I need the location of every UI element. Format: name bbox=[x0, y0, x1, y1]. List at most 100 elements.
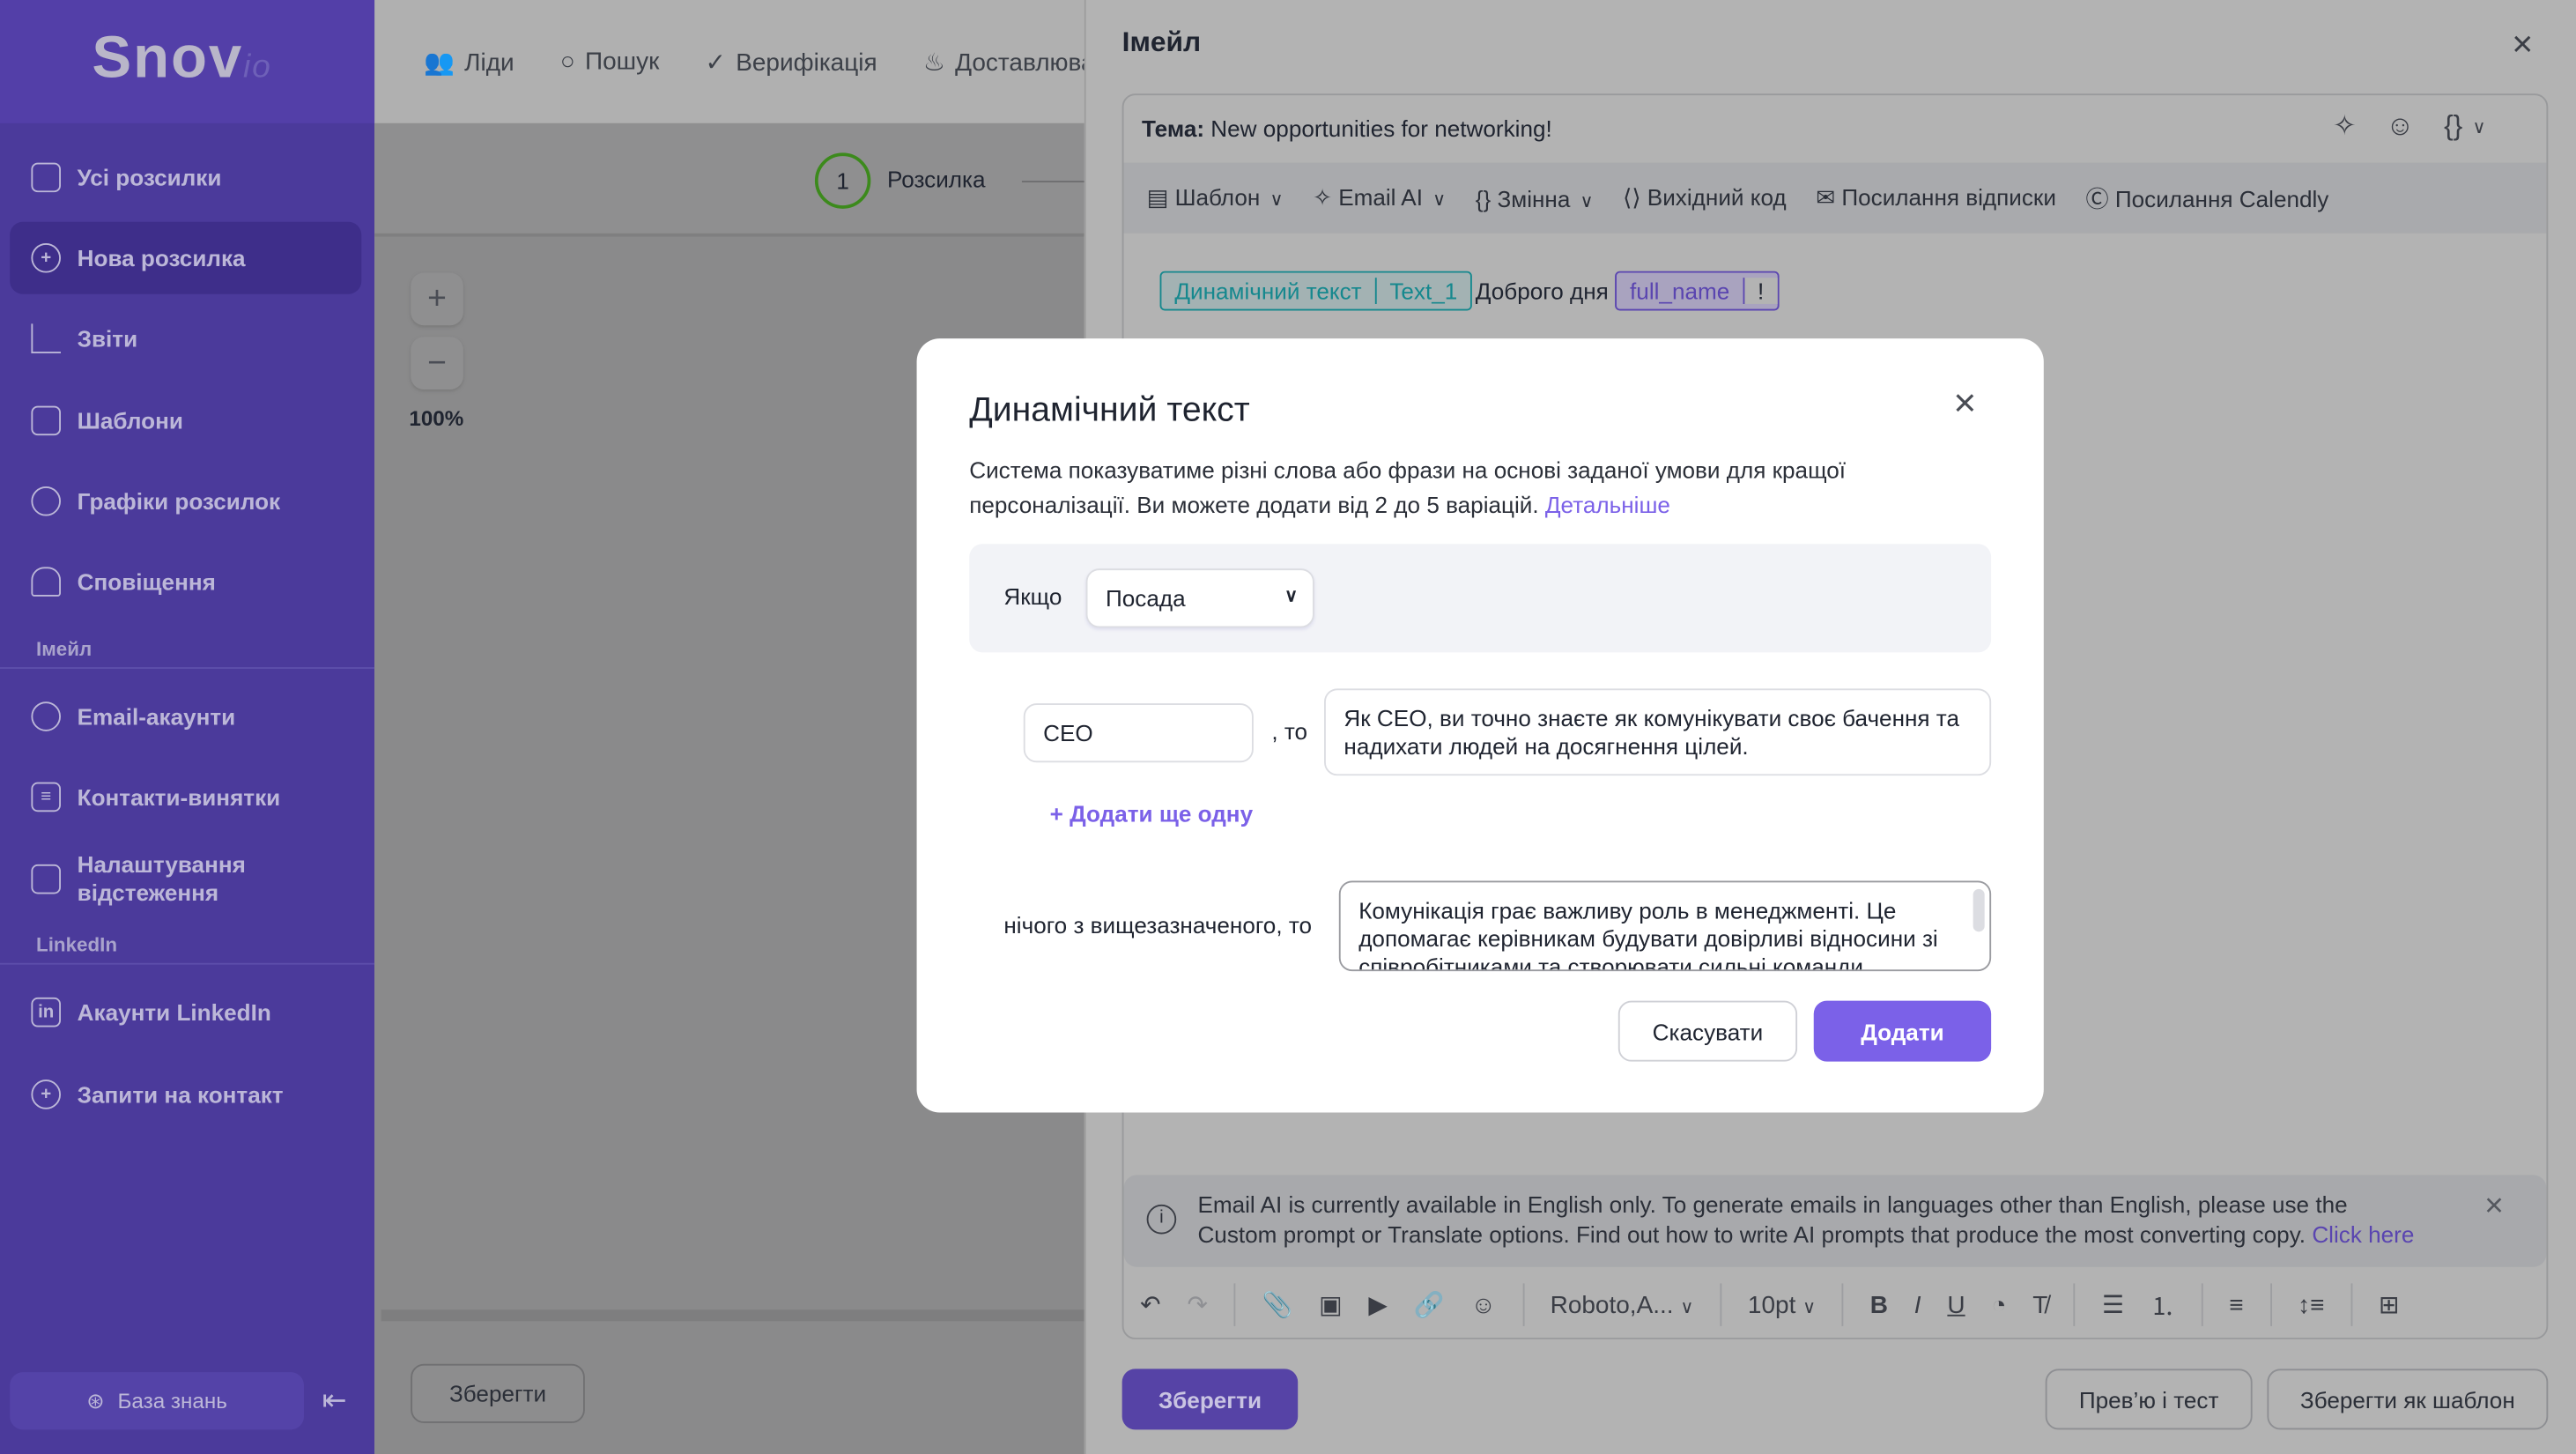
chevron-down-icon: ∨ bbox=[1580, 191, 1594, 211]
dynamic-text-chip[interactable]: Динамічний текст Text_1 bbox=[1159, 271, 1473, 311]
value-input[interactable]: CEO bbox=[1023, 703, 1254, 763]
else-textarea[interactable]: Комунікація грає важливу роль в менеджме… bbox=[1338, 880, 1992, 972]
search-icon: ○ bbox=[559, 48, 575, 76]
add-more-label: Додати ще одну bbox=[1070, 800, 1254, 827]
learn-more-link[interactable]: Детальніше bbox=[1545, 492, 1670, 518]
emoji-icon[interactable]: ☺ bbox=[2386, 110, 2414, 143]
italic-icon[interactable]: I bbox=[1914, 1291, 1921, 1319]
linkedin-icon: in bbox=[31, 997, 61, 1027]
sidebar-item-all-campaigns[interactable]: Усі розсилки bbox=[10, 141, 361, 213]
numbered-list-icon[interactable]: ⒈ bbox=[2150, 1287, 2175, 1322]
underline-icon[interactable]: U bbox=[1947, 1291, 1965, 1319]
subject-row[interactable]: Тема: New opportunities for networking! bbox=[1142, 115, 1552, 142]
preview-test-button[interactable]: Прев’ю і тест bbox=[2045, 1369, 2253, 1430]
sidebar-item-connection-requests[interactable]: + Запити на контакт bbox=[10, 1058, 361, 1131]
email-body[interactable]: Динамічний текст Text_1 Доброго дня full_… bbox=[1159, 271, 1779, 311]
subject-label: Тема: bbox=[1142, 115, 1205, 142]
nav-search[interactable]: ○ Пошук bbox=[560, 48, 659, 76]
clear-format-icon[interactable]: T̸ bbox=[2032, 1291, 2047, 1319]
color-palette-icon[interactable]: ◔ bbox=[1991, 1291, 2006, 1319]
nav-deliverability[interactable]: ♨ Доставлюваність bbox=[923, 47, 1084, 77]
link-icon[interactable]: 🔗 bbox=[1414, 1290, 1445, 1320]
attachment-icon[interactable]: 📎 bbox=[1262, 1290, 1292, 1320]
font-select[interactable]: Roboto,A... ∨ bbox=[1551, 1291, 1694, 1319]
flame-icon: ♨ bbox=[922, 48, 945, 77]
sidebar-item-reports[interactable]: Звіти bbox=[10, 302, 361, 375]
template-dropdown[interactable]: ▤ Шаблон ∨ bbox=[1147, 184, 1284, 212]
sidebar-item-notifications[interactable]: Сповіщення bbox=[10, 545, 361, 618]
subject-value[interactable]: New opportunities for networking! bbox=[1210, 115, 1551, 142]
zoom-out-button[interactable]: − bbox=[411, 337, 463, 389]
sidebar-item-label: Email-акаунти bbox=[77, 703, 236, 730]
toolbar-label: Посилання відписки bbox=[1841, 183, 2056, 211]
table-icon[interactable]: ⊞ bbox=[2379, 1290, 2399, 1320]
condition-select[interactable]: Посада ∨ bbox=[1085, 568, 1314, 628]
redo-icon[interactable]: ↷ bbox=[1187, 1290, 1207, 1320]
sidebar-item-linkedin-accounts[interactable]: in Акаунти LinkedIn bbox=[10, 976, 361, 1049]
sidebar-item-blocklist[interactable]: ≡ Контакти-винятки bbox=[10, 760, 361, 833]
panel-title: Імейл bbox=[1121, 26, 1202, 58]
sidebar-item-label: Звіти bbox=[77, 325, 138, 352]
sidebar-item-email-accounts[interactable]: Email-акаунти bbox=[10, 680, 361, 753]
unsubscribe-link-button[interactable]: ✉ Посилання відписки bbox=[1816, 184, 2056, 212]
code-icon: ⟨⟩ bbox=[1623, 183, 1647, 211]
line-height-icon[interactable]: ↕≡ bbox=[2298, 1291, 2324, 1319]
knowledge-base-button[interactable]: ⊛ База знань bbox=[10, 1372, 304, 1430]
calendly-link-button[interactable]: Ⓒ Посилання Calendly bbox=[2086, 182, 2329, 214]
bold-icon[interactable]: B bbox=[1870, 1291, 1888, 1319]
add-more-button[interactable]: + Додати ще одну bbox=[1050, 800, 1254, 827]
close-modal-icon[interactable]: × bbox=[1953, 382, 1976, 427]
variable-chip[interactable]: full_name! bbox=[1615, 271, 1779, 311]
chevron-down-icon[interactable]: ∨ bbox=[2472, 116, 2485, 143]
mail-icon bbox=[31, 162, 61, 193]
nav-label: Верифікація bbox=[736, 48, 877, 77]
nav-verification[interactable]: ✓ Верифікація bbox=[706, 47, 877, 77]
horizontal-scrollbar[interactable] bbox=[381, 1309, 1084, 1322]
collapse-sidebar-icon[interactable]: ⇤ bbox=[322, 1384, 347, 1418]
add-button[interactable]: Додати bbox=[1813, 1000, 1992, 1062]
then-textarea[interactable]: Як CEO, ви точно знаєте як комунікувати … bbox=[1324, 688, 1992, 776]
condition-box: Якщо Посада ∨ bbox=[969, 544, 1992, 653]
logo[interactable]: Snovio bbox=[92, 23, 271, 92]
emoji-icon[interactable]: ☺ bbox=[1470, 1291, 1496, 1319]
chip-suffix: ! bbox=[1744, 278, 1778, 304]
toolbar-label: Вихідний код bbox=[1647, 183, 1787, 211]
step-number[interactable]: 1 bbox=[814, 152, 871, 209]
variable-dropdown[interactable]: {} Змінна ∨ bbox=[1476, 185, 1594, 211]
source-code-button[interactable]: ⟨⟩ Вихідний код bbox=[1623, 184, 1786, 212]
video-icon[interactable]: ▶ bbox=[1368, 1290, 1388, 1320]
undo-icon[interactable]: ↶ bbox=[1140, 1290, 1160, 1320]
nav-leads[interactable]: 👥 Ліди bbox=[424, 47, 514, 77]
align-icon[interactable]: ≡ bbox=[2229, 1291, 2243, 1319]
format-toolbar: ↶ ↷ 📎 ▣ ▶ 🔗 ☺ Roboto,A... ∨ 10pt ∨ B I U ◔ T̸ ☰ ⒈ ≡… bbox=[1124, 1273, 2547, 1336]
bullet-list-icon[interactable]: ☰ bbox=[2102, 1290, 2124, 1320]
cancel-button[interactable]: Скасувати bbox=[1617, 1000, 1798, 1062]
calendly-icon: Ⓒ bbox=[2085, 184, 2115, 211]
step-connector bbox=[1021, 181, 1088, 182]
close-panel-icon[interactable]: × bbox=[2512, 23, 2533, 65]
sidebar-item-tracking[interactable]: Налаштування відстеження bbox=[10, 843, 361, 916]
info-link[interactable]: Click here bbox=[2312, 1221, 2414, 1248]
variable-icon[interactable]: {} bbox=[2444, 110, 2462, 143]
tracking-icon bbox=[31, 864, 61, 894]
section-linkedin: LinkedIn bbox=[0, 933, 375, 965]
sidebar-item-templates[interactable]: Шаблони bbox=[10, 384, 361, 456]
save-as-template-button[interactable]: Зберегти як шаблон bbox=[2267, 1369, 2549, 1430]
sidebar-item-new-campaign[interactable]: + Нова розсилка bbox=[10, 221, 362, 294]
add-user-icon: + bbox=[31, 1079, 61, 1109]
sidebar-item-label: Нова розсилка bbox=[77, 244, 246, 271]
close-banner-icon[interactable]: × bbox=[2484, 1190, 2504, 1222]
main-save-button[interactable]: Зберегти bbox=[411, 1363, 585, 1423]
email-ai-dropdown[interactable]: ✧ Email AI ∨ bbox=[1313, 184, 1446, 212]
panel-save-button[interactable]: Зберегти bbox=[1121, 1369, 1299, 1430]
chevron-down-icon: ∨ bbox=[1432, 190, 1447, 211]
subject-tools: ✧ ☺ {} ∨ bbox=[2333, 110, 2485, 143]
textarea-scrollbar[interactable] bbox=[1973, 888, 1985, 932]
sidebar-item-schedules[interactable]: Графіки розсилок bbox=[10, 465, 361, 538]
image-icon[interactable]: ▣ bbox=[1319, 1290, 1342, 1320]
zoom-in-button[interactable]: + bbox=[411, 272, 463, 326]
font-size-select[interactable]: 10pt ∨ bbox=[1748, 1291, 1816, 1319]
sidebar-item-label: Шаблони bbox=[77, 407, 183, 434]
magic-wand-icon[interactable]: ✧ bbox=[2333, 110, 2357, 143]
sidebar-item-label: Запити на контакт bbox=[77, 1081, 284, 1108]
